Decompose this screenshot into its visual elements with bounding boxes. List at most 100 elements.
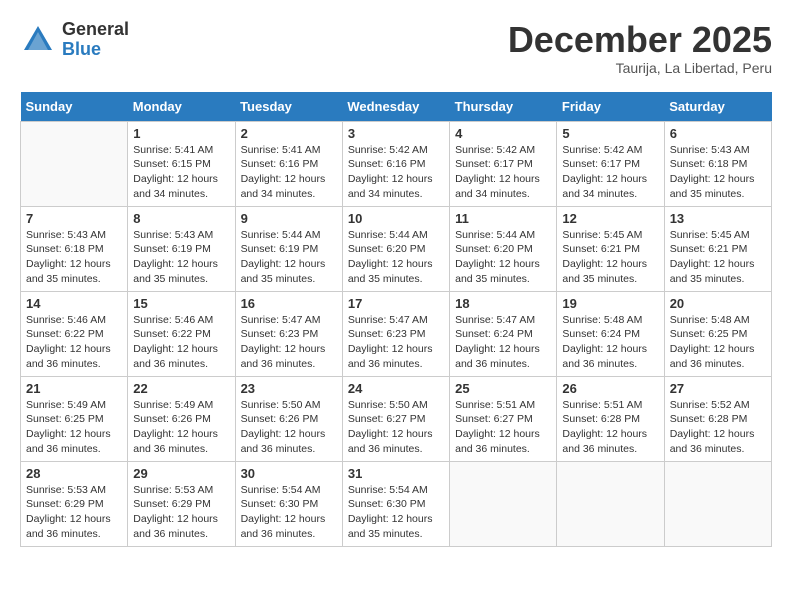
day-number: 16	[241, 296, 337, 311]
sun-info: Sunrise: 5:42 AMSunset: 6:16 PMDaylight:…	[348, 143, 444, 202]
day-number: 4	[455, 126, 551, 141]
calendar-cell: 17 Sunrise: 5:47 AMSunset: 6:23 PMDayligh…	[342, 291, 449, 376]
day-number: 6	[670, 126, 766, 141]
weekday-header: Saturday	[664, 92, 771, 122]
sun-info: Sunrise: 5:43 AMSunset: 6:18 PMDaylight:…	[670, 143, 766, 202]
calendar-cell: 4 Sunrise: 5:42 AMSunset: 6:17 PMDaylight…	[450, 121, 557, 206]
calendar-cell: 16 Sunrise: 5:47 AMSunset: 6:23 PMDayligh…	[235, 291, 342, 376]
calendar-cell: 7 Sunrise: 5:43 AMSunset: 6:18 PMDaylight…	[21, 206, 128, 291]
sun-info: Sunrise: 5:46 AMSunset: 6:22 PMDaylight:…	[133, 313, 229, 372]
day-number: 21	[26, 381, 122, 396]
weekday-header: Wednesday	[342, 92, 449, 122]
sun-info: Sunrise: 5:45 AMSunset: 6:21 PMDaylight:…	[670, 228, 766, 287]
day-number: 11	[455, 211, 551, 226]
day-number: 24	[348, 381, 444, 396]
page-header: General Blue December 2025 Taurija, La L…	[20, 20, 772, 76]
calendar-cell	[450, 461, 557, 546]
calendar-cell: 12 Sunrise: 5:45 AMSunset: 6:21 PMDayligh…	[557, 206, 664, 291]
calendar-cell: 2Sunrise: 5:41 AMSunset: 6:16 PMDaylight…	[235, 121, 342, 206]
calendar-cell	[21, 121, 128, 206]
day-number: 26	[562, 381, 658, 396]
day-number: 31	[348, 466, 444, 481]
sun-info: Sunrise: 5:41 AMSunset: 6:15 PMDaylight:…	[133, 143, 229, 202]
calendar-cell	[557, 461, 664, 546]
sun-info: Sunrise: 5:52 AMSunset: 6:28 PMDaylight:…	[670, 398, 766, 457]
calendar-week-row: 7 Sunrise: 5:43 AMSunset: 6:18 PMDaylight…	[21, 206, 772, 291]
calendar-cell: 25Sunrise: 5:51 AMSunset: 6:27 PMDayligh…	[450, 376, 557, 461]
calendar-week-row: 28 Sunrise: 5:53 AMSunset: 6:29 PMDayligh…	[21, 461, 772, 546]
logo-text: General Blue	[62, 20, 129, 60]
day-number: 22	[133, 381, 229, 396]
sun-info: Sunrise: 5:43 AMSunset: 6:19 PMDaylight:…	[133, 228, 229, 287]
day-number: 9	[241, 211, 337, 226]
sun-info: Sunrise: 5:50 AMSunset: 6:26 PMDaylight:…	[241, 398, 337, 457]
sun-info: Sunrise: 5:47 AMSunset: 6:23 PMDaylight:…	[241, 313, 337, 372]
weekday-header: Monday	[128, 92, 235, 122]
sun-info: Sunrise: 5:53 AMSunset: 6:29 PMDaylight:…	[26, 483, 122, 542]
calendar-cell: 28 Sunrise: 5:53 AMSunset: 6:29 PMDayligh…	[21, 461, 128, 546]
sun-info: Sunrise: 5:53 AMSunset: 6:29 PMDaylight:…	[133, 483, 229, 542]
calendar-cell: 6 Sunrise: 5:43 AMSunset: 6:18 PMDaylight…	[664, 121, 771, 206]
calendar-cell: 26 Sunrise: 5:51 AMSunset: 6:28 PMDayligh…	[557, 376, 664, 461]
weekday-header: Friday	[557, 92, 664, 122]
sun-info: Sunrise: 5:44 AMSunset: 6:19 PMDaylight:…	[241, 228, 337, 287]
calendar-cell: 31 Sunrise: 5:54 AMSunset: 6:30 PMDayligh…	[342, 461, 449, 546]
day-number: 18	[455, 296, 551, 311]
sun-info: Sunrise: 5:54 AMSunset: 6:30 PMDaylight:…	[241, 483, 337, 542]
sun-info: Sunrise: 5:44 AMSunset: 6:20 PMDaylight:…	[348, 228, 444, 287]
sun-info: Sunrise: 5:47 AMSunset: 6:24 PMDaylight:…	[455, 313, 551, 372]
day-number: 7	[26, 211, 122, 226]
calendar-cell: 24 Sunrise: 5:50 AMSunset: 6:27 PMDayligh…	[342, 376, 449, 461]
day-number: 23	[241, 381, 337, 396]
calendar-cell: 5 Sunrise: 5:42 AMSunset: 6:17 PMDaylight…	[557, 121, 664, 206]
day-number: 2	[241, 126, 337, 141]
sun-info: Sunrise: 5:51 AMSunset: 6:28 PMDaylight:…	[562, 398, 658, 457]
calendar-table: SundayMondayTuesdayWednesdayThursdayFrid…	[20, 92, 772, 547]
day-number: 8	[133, 211, 229, 226]
day-number: 5	[562, 126, 658, 141]
day-number: 20	[670, 296, 766, 311]
calendar-cell: 1Sunrise: 5:41 AMSunset: 6:15 PMDaylight…	[128, 121, 235, 206]
calendar-cell: 9 Sunrise: 5:44 AMSunset: 6:19 PMDaylight…	[235, 206, 342, 291]
title-block: December 2025 Taurija, La Libertad, Peru	[508, 20, 772, 76]
logo-blue: Blue	[62, 40, 129, 60]
sun-info: Sunrise: 5:48 AMSunset: 6:24 PMDaylight:…	[562, 313, 658, 372]
sun-info: Sunrise: 5:47 AMSunset: 6:23 PMDaylight:…	[348, 313, 444, 372]
calendar-cell: 15 Sunrise: 5:46 AMSunset: 6:22 PMDayligh…	[128, 291, 235, 376]
weekday-header: Thursday	[450, 92, 557, 122]
weekday-header: Sunday	[21, 92, 128, 122]
sun-info: Sunrise: 5:49 AMSunset: 6:26 PMDaylight:…	[133, 398, 229, 457]
calendar-cell: 21 Sunrise: 5:49 AMSunset: 6:25 PMDayligh…	[21, 376, 128, 461]
day-number: 10	[348, 211, 444, 226]
sun-info: Sunrise: 5:43 AMSunset: 6:18 PMDaylight:…	[26, 228, 122, 287]
day-number: 17	[348, 296, 444, 311]
day-number: 25	[455, 381, 551, 396]
sun-info: Sunrise: 5:42 AMSunset: 6:17 PMDaylight:…	[455, 143, 551, 202]
sun-info: Sunrise: 5:42 AMSunset: 6:17 PMDaylight:…	[562, 143, 658, 202]
calendar-cell: 29 Sunrise: 5:53 AMSunset: 6:29 PMDayligh…	[128, 461, 235, 546]
calendar-cell	[664, 461, 771, 546]
sun-info: Sunrise: 5:54 AMSunset: 6:30 PMDaylight:…	[348, 483, 444, 542]
day-number: 19	[562, 296, 658, 311]
calendar-cell: 18 Sunrise: 5:47 AMSunset: 6:24 PMDayligh…	[450, 291, 557, 376]
calendar-cell: 20Sunrise: 5:48 AMSunset: 6:25 PMDayligh…	[664, 291, 771, 376]
sun-info: Sunrise: 5:50 AMSunset: 6:27 PMDaylight:…	[348, 398, 444, 457]
day-number: 3	[348, 126, 444, 141]
day-number: 29	[133, 466, 229, 481]
sun-info: Sunrise: 5:49 AMSunset: 6:25 PMDaylight:…	[26, 398, 122, 457]
calendar-week-row: 14 Sunrise: 5:46 AMSunset: 6:22 PMDayligh…	[21, 291, 772, 376]
day-number: 27	[670, 381, 766, 396]
day-number: 12	[562, 211, 658, 226]
month-title: December 2025	[508, 20, 772, 60]
day-number: 14	[26, 296, 122, 311]
day-number: 15	[133, 296, 229, 311]
calendar-cell: 3 Sunrise: 5:42 AMSunset: 6:16 PMDaylight…	[342, 121, 449, 206]
sun-info: Sunrise: 5:45 AMSunset: 6:21 PMDaylight:…	[562, 228, 658, 287]
calendar-week-row: 21 Sunrise: 5:49 AMSunset: 6:25 PMDayligh…	[21, 376, 772, 461]
calendar-cell: 22 Sunrise: 5:49 AMSunset: 6:26 PMDayligh…	[128, 376, 235, 461]
calendar-week-row: 1Sunrise: 5:41 AMSunset: 6:15 PMDaylight…	[21, 121, 772, 206]
calendar-cell: 19 Sunrise: 5:48 AMSunset: 6:24 PMDayligh…	[557, 291, 664, 376]
day-number: 28	[26, 466, 122, 481]
day-number: 30	[241, 466, 337, 481]
calendar-cell: 8 Sunrise: 5:43 AMSunset: 6:19 PMDaylight…	[128, 206, 235, 291]
